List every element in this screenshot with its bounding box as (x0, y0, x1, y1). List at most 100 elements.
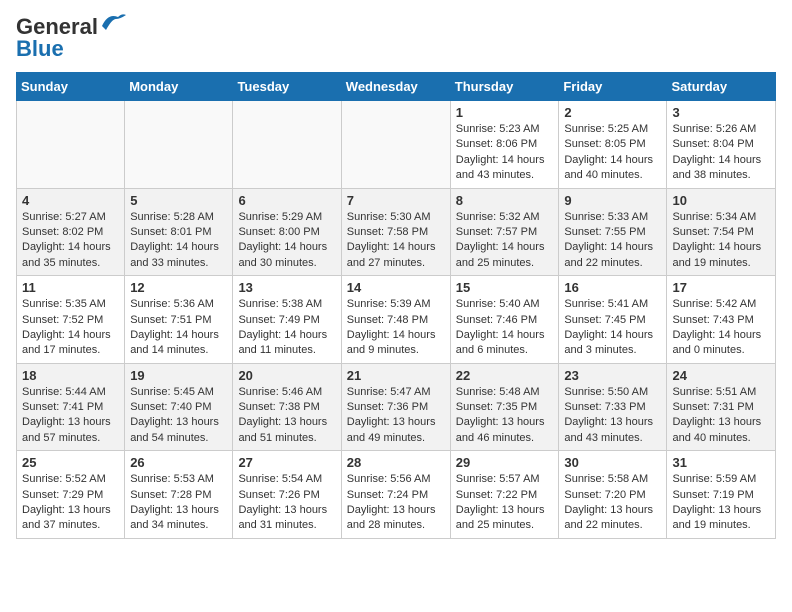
day-info: Sunrise: 5:41 AM Sunset: 7:45 PM Dayligh… (564, 297, 661, 359)
calendar-cell (341, 101, 450, 189)
day-info: Sunrise: 5:58 AM Sunset: 7:20 PM Dayligh… (564, 472, 661, 534)
day-info: Sunrise: 5:44 AM Sunset: 7:41 PM Dayligh… (22, 385, 119, 447)
calendar-week-row: 4 Sunrise: 5:27 AM Sunset: 8:02 PM Daylig… (17, 188, 776, 276)
calendar-cell: 26 Sunrise: 5:53 AM Sunset: 7:28 PM Dayli… (125, 451, 233, 539)
day-info: Sunrise: 5:27 AM Sunset: 8:02 PM Dayligh… (22, 210, 119, 272)
day-number: 27 (238, 455, 335, 470)
calendar-cell: 2 Sunrise: 5:25 AM Sunset: 8:05 PM Daylig… (559, 101, 667, 189)
calendar-cell: 1Sunrise: 5:23 AM Sunset: 8:06 PM Daylig… (450, 101, 559, 189)
day-info: Sunrise: 5:29 AM Sunset: 8:00 PM Dayligh… (238, 210, 335, 272)
calendar-cell: 30 Sunrise: 5:58 AM Sunset: 7:20 PM Dayli… (559, 451, 667, 539)
calendar-cell: 6 Sunrise: 5:29 AM Sunset: 8:00 PM Daylig… (233, 188, 341, 276)
day-info: Sunrise: 5:35 AM Sunset: 7:52 PM Dayligh… (22, 297, 119, 359)
calendar-cell: 16 Sunrise: 5:41 AM Sunset: 7:45 PM Dayli… (559, 276, 667, 364)
day-number: 15 (456, 280, 554, 295)
day-number: 23 (564, 368, 661, 383)
day-info: Sunrise: 5:46 AM Sunset: 7:38 PM Dayligh… (238, 385, 335, 447)
day-number: 6 (238, 193, 335, 208)
day-number: 9 (564, 193, 661, 208)
day-info: Sunrise: 5:36 AM Sunset: 7:51 PM Dayligh… (130, 297, 227, 359)
calendar-header: SundayMondayTuesdayWednesdayThursdayFrid… (17, 73, 776, 101)
calendar-cell (125, 101, 233, 189)
day-number: 13 (238, 280, 335, 295)
calendar-cell: 23 Sunrise: 5:50 AM Sunset: 7:33 PM Dayli… (559, 363, 667, 451)
day-info: Sunrise: 5:54 AM Sunset: 7:26 PM Dayligh… (238, 472, 335, 534)
calendar-cell: 20Sunrise: 5:46 AM Sunset: 7:38 PM Dayli… (233, 363, 341, 451)
day-number: 16 (564, 280, 661, 295)
calendar-cell: 28Sunrise: 5:56 AM Sunset: 7:24 PM Dayli… (341, 451, 450, 539)
calendar-cell (17, 101, 125, 189)
calendar-cell: 9 Sunrise: 5:33 AM Sunset: 7:55 PM Daylig… (559, 188, 667, 276)
day-number: 12 (130, 280, 227, 295)
day-info: Sunrise: 5:30 AM Sunset: 7:58 PM Dayligh… (347, 210, 445, 272)
page-header: General Blue (16, 16, 776, 60)
day-info: Sunrise: 5:47 AM Sunset: 7:36 PM Dayligh… (347, 385, 445, 447)
day-info: Sunrise: 5:51 AM Sunset: 7:31 PM Dayligh… (672, 385, 770, 447)
calendar-week-row: 11Sunrise: 5:35 AM Sunset: 7:52 PM Dayli… (17, 276, 776, 364)
calendar-cell: 22Sunrise: 5:48 AM Sunset: 7:35 PM Dayli… (450, 363, 559, 451)
day-number: 10 (672, 193, 770, 208)
calendar-cell: 29 Sunrise: 5:57 AM Sunset: 7:22 PM Dayli… (450, 451, 559, 539)
day-info: Sunrise: 5:52 AM Sunset: 7:29 PM Dayligh… (22, 472, 119, 534)
day-number: 29 (456, 455, 554, 470)
calendar-cell: 11Sunrise: 5:35 AM Sunset: 7:52 PM Dayli… (17, 276, 125, 364)
calendar-cell (233, 101, 341, 189)
day-number: 5 (130, 193, 227, 208)
calendar-cell: 15 Sunrise: 5:40 AM Sunset: 7:46 PM Dayli… (450, 276, 559, 364)
day-number: 17 (672, 280, 770, 295)
day-number: 26 (130, 455, 227, 470)
day-info: Sunrise: 5:59 AM Sunset: 7:19 PM Dayligh… (672, 472, 770, 534)
calendar-cell: 14 Sunrise: 5:39 AM Sunset: 7:48 PM Dayli… (341, 276, 450, 364)
day-info: Sunrise: 5:39 AM Sunset: 7:48 PM Dayligh… (347, 297, 445, 359)
calendar-week-row: 25 Sunrise: 5:52 AM Sunset: 7:29 PM Dayli… (17, 451, 776, 539)
day-info: Sunrise: 5:45 AM Sunset: 7:40 PM Dayligh… (130, 385, 227, 447)
day-number: 18 (22, 368, 119, 383)
day-number: 25 (22, 455, 119, 470)
logo-blue-label: Blue (16, 36, 64, 61)
calendar-cell: 19Sunrise: 5:45 AM Sunset: 7:40 PM Dayli… (125, 363, 233, 451)
calendar-cell: 13 Sunrise: 5:38 AM Sunset: 7:49 PM Dayli… (233, 276, 341, 364)
calendar-cell: 31 Sunrise: 5:59 AM Sunset: 7:19 PM Dayli… (667, 451, 776, 539)
calendar-table: SundayMondayTuesdayWednesdayThursdayFrid… (16, 72, 776, 539)
logo-bird-icon (100, 12, 126, 30)
day-number: 7 (347, 193, 445, 208)
day-info: Sunrise: 5:32 AM Sunset: 7:57 PM Dayligh… (456, 210, 554, 272)
day-number: 2 (564, 105, 661, 120)
calendar-cell: 27 Sunrise: 5:54 AM Sunset: 7:26 PM Dayli… (233, 451, 341, 539)
weekday-header-friday: Friday (559, 73, 667, 101)
day-number: 31 (672, 455, 770, 470)
weekday-header-row: SundayMondayTuesdayWednesdayThursdayFrid… (17, 73, 776, 101)
day-number: 21 (347, 368, 445, 383)
day-info: Sunrise: 5:40 AM Sunset: 7:46 PM Dayligh… (456, 297, 554, 359)
logo: General Blue (16, 16, 98, 60)
day-info: Sunrise: 5:33 AM Sunset: 7:55 PM Dayligh… (564, 210, 661, 272)
day-number: 3 (672, 105, 770, 120)
day-number: 30 (564, 455, 661, 470)
calendar-cell: 18 Sunrise: 5:44 AM Sunset: 7:41 PM Dayli… (17, 363, 125, 451)
day-info: Sunrise: 5:26 AM Sunset: 8:04 PM Dayligh… (672, 122, 770, 184)
day-info: Sunrise: 5:23 AM Sunset: 8:06 PM Dayligh… (456, 122, 554, 184)
calendar-body: 1Sunrise: 5:23 AM Sunset: 8:06 PM Daylig… (17, 101, 776, 539)
day-number: 4 (22, 193, 119, 208)
day-info: Sunrise: 5:57 AM Sunset: 7:22 PM Dayligh… (456, 472, 554, 534)
calendar-cell: 7 Sunrise: 5:30 AM Sunset: 7:58 PM Daylig… (341, 188, 450, 276)
calendar-cell: 24Sunrise: 5:51 AM Sunset: 7:31 PM Dayli… (667, 363, 776, 451)
day-info: Sunrise: 5:28 AM Sunset: 8:01 PM Dayligh… (130, 210, 227, 272)
weekday-header-saturday: Saturday (667, 73, 776, 101)
calendar-cell: 25 Sunrise: 5:52 AM Sunset: 7:29 PM Dayli… (17, 451, 125, 539)
weekday-header-wednesday: Wednesday (341, 73, 450, 101)
calendar-cell: 12 Sunrise: 5:36 AM Sunset: 7:51 PM Dayli… (125, 276, 233, 364)
weekday-header-monday: Monday (125, 73, 233, 101)
calendar-cell: 21 Sunrise: 5:47 AM Sunset: 7:36 PM Dayli… (341, 363, 450, 451)
day-number: 14 (347, 280, 445, 295)
calendar-week-row: 18 Sunrise: 5:44 AM Sunset: 7:41 PM Dayli… (17, 363, 776, 451)
calendar-cell: 5 Sunrise: 5:28 AM Sunset: 8:01 PM Daylig… (125, 188, 233, 276)
calendar-cell: 3 Sunrise: 5:26 AM Sunset: 8:04 PM Daylig… (667, 101, 776, 189)
day-info: Sunrise: 5:25 AM Sunset: 8:05 PM Dayligh… (564, 122, 661, 184)
day-info: Sunrise: 5:50 AM Sunset: 7:33 PM Dayligh… (564, 385, 661, 447)
day-number: 28 (347, 455, 445, 470)
day-info: Sunrise: 5:34 AM Sunset: 7:54 PM Dayligh… (672, 210, 770, 272)
day-info: Sunrise: 5:53 AM Sunset: 7:28 PM Dayligh… (130, 472, 227, 534)
day-info: Sunrise: 5:38 AM Sunset: 7:49 PM Dayligh… (238, 297, 335, 359)
calendar-cell: 17Sunrise: 5:42 AM Sunset: 7:43 PM Dayli… (667, 276, 776, 364)
